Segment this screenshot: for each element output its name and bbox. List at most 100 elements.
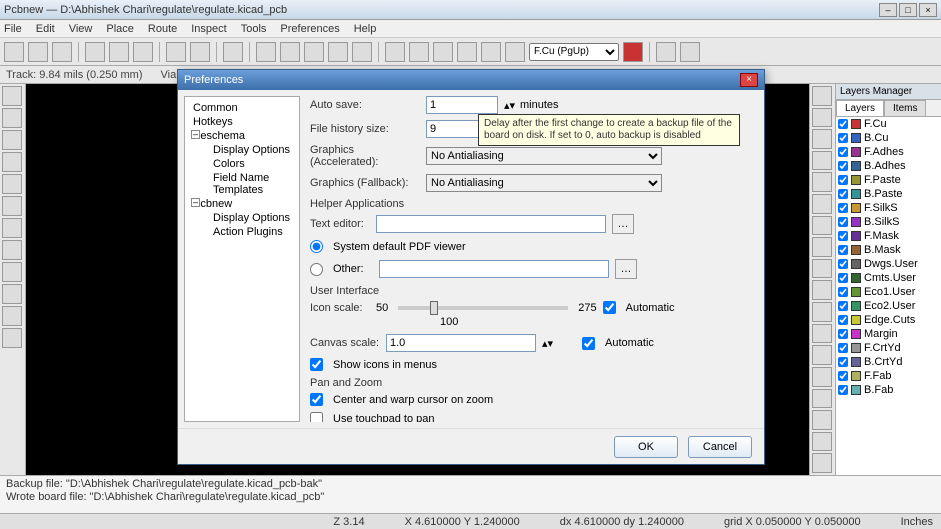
layer-visible-check[interactable] xyxy=(838,385,848,395)
layer-item[interactable]: F.Paste xyxy=(836,173,941,187)
menu-view[interactable]: View xyxy=(69,23,93,35)
gfall-select[interactable]: No Antialiasing xyxy=(426,174,662,192)
tab-items[interactable]: Items xyxy=(884,100,926,117)
add-zone-icon[interactable] xyxy=(812,216,832,236)
tree-eeschema[interactable]: –Eeschema xyxy=(189,129,295,143)
dimension-icon[interactable] xyxy=(812,367,832,387)
layer-swatch[interactable] xyxy=(851,385,861,395)
fill-zones-icon[interactable] xyxy=(2,218,22,238)
draw-poly-icon[interactable] xyxy=(812,324,832,344)
layer-visible-check[interactable] xyxy=(838,245,848,255)
fp-editor-icon[interactable] xyxy=(409,42,429,62)
add-footprint-icon[interactable] xyxy=(812,151,832,171)
layer-visible-check[interactable] xyxy=(838,315,848,325)
layer-visible-check[interactable] xyxy=(838,357,848,367)
spinner-icon[interactable]: ▴▾ xyxy=(542,337,552,350)
layer-swatch[interactable] xyxy=(851,175,861,185)
layer-swatch[interactable] xyxy=(851,315,861,325)
layer-item[interactable]: F.Cu xyxy=(836,117,941,131)
zoom-select-icon[interactable] xyxy=(352,42,372,62)
layer-item[interactable]: F.Adhes xyxy=(836,145,941,159)
tree-ee-display[interactable]: Display Options xyxy=(189,143,295,157)
layer-color-icon[interactable] xyxy=(623,42,643,62)
layer-visible-check[interactable] xyxy=(838,217,848,227)
layer-item[interactable]: B.Cu xyxy=(836,131,941,145)
touchpad-check[interactable] xyxy=(310,412,323,422)
layer-visible-check[interactable] xyxy=(838,203,848,213)
layer-item[interactable]: B.CrtYd xyxy=(836,355,941,369)
layer-visible-check[interactable] xyxy=(838,329,848,339)
zoom-fit-icon[interactable] xyxy=(328,42,348,62)
layer-swatch[interactable] xyxy=(851,343,861,353)
layer-item[interactable]: B.Adhes xyxy=(836,159,941,173)
track-size[interactable]: Track: 9.84 mils (0.250 mm) xyxy=(6,69,143,81)
layer-visible-check[interactable] xyxy=(838,301,848,311)
target-icon[interactable] xyxy=(812,389,832,409)
canvasscale-auto-check[interactable] xyxy=(582,337,595,350)
layer-visible-check[interactable] xyxy=(838,189,848,199)
pdf-system-radio[interactable] xyxy=(310,240,323,253)
3d-icon[interactable] xyxy=(433,42,453,62)
tree-hotkeys[interactable]: Hotkeys xyxy=(189,115,295,129)
maximize-button[interactable]: □ xyxy=(899,3,917,17)
layer-visible-check[interactable] xyxy=(838,371,848,381)
inches-icon[interactable] xyxy=(2,130,22,150)
layer-visible-check[interactable] xyxy=(838,133,848,143)
page-icon[interactable] xyxy=(85,42,105,62)
layer-visible-check[interactable] xyxy=(838,231,848,241)
layer-swatch[interactable] xyxy=(851,287,861,297)
layer-item[interactable]: B.SilkS xyxy=(836,215,941,229)
tree-pcb-action[interactable]: Action Plugins xyxy=(189,225,295,239)
layers-toggle-icon[interactable] xyxy=(2,328,22,348)
collapse-icon[interactable]: – xyxy=(191,198,200,207)
via-fill-icon[interactable] xyxy=(2,262,22,282)
layer-visible-check[interactable] xyxy=(838,273,848,283)
ratsnest-icon[interactable] xyxy=(457,42,477,62)
layer-swatch[interactable] xyxy=(851,147,861,157)
layer-item[interactable]: F.CrtYd xyxy=(836,341,941,355)
pdf-other-radio[interactable] xyxy=(310,263,323,276)
find-icon[interactable] xyxy=(223,42,243,62)
scripting-icon[interactable] xyxy=(656,42,676,62)
tab-layers[interactable]: Layers xyxy=(836,100,884,117)
measure-icon[interactable] xyxy=(812,453,832,473)
menu-file[interactable]: File xyxy=(4,23,22,35)
iconscale-slider[interactable] xyxy=(398,306,568,310)
layer-swatch[interactable] xyxy=(851,273,861,283)
menu-route[interactable]: Route xyxy=(148,23,177,35)
layer-visible-check[interactable] xyxy=(838,175,848,185)
layer-visible-check[interactable] xyxy=(838,119,848,129)
layer-swatch[interactable] xyxy=(851,245,861,255)
menu-help[interactable]: Help xyxy=(354,23,377,35)
local-ratsnest-icon[interactable] xyxy=(812,129,832,149)
collapse-icon[interactable]: – xyxy=(191,130,200,139)
layer-swatch[interactable] xyxy=(851,189,861,199)
iconscale-auto-check[interactable] xyxy=(603,301,616,314)
draw-arc-icon[interactable] xyxy=(812,302,832,322)
layer-swatch[interactable] xyxy=(851,259,861,269)
zoom-out-icon[interactable] xyxy=(304,42,324,62)
centerwarp-check[interactable] xyxy=(310,393,323,406)
print-icon[interactable] xyxy=(109,42,129,62)
layer-swatch[interactable] xyxy=(851,217,861,227)
tree-common[interactable]: Common xyxy=(189,101,295,115)
menu-preferences[interactable]: Preferences xyxy=(280,23,339,35)
autosave-input[interactable] xyxy=(426,96,498,114)
keepout-icon[interactable] xyxy=(812,237,832,257)
grid-dots-icon[interactable] xyxy=(2,86,22,106)
spinner-icon[interactable]: ▴▾ xyxy=(504,99,514,112)
layer-visible-check[interactable] xyxy=(838,259,848,269)
layer-swatch[interactable] xyxy=(851,231,861,241)
layer-item[interactable]: B.Fab xyxy=(836,383,941,397)
layer-item[interactable]: Dwgs.User xyxy=(836,257,941,271)
menu-place[interactable]: Place xyxy=(106,23,134,35)
plot-icon[interactable] xyxy=(133,42,153,62)
tree-pcb-display[interactable]: Display Options xyxy=(189,211,295,225)
pad-fill-icon[interactable] xyxy=(2,240,22,260)
undo-icon[interactable] xyxy=(166,42,186,62)
layer-selector[interactable]: F.Cu (PgUp) xyxy=(529,43,619,61)
menu-tools[interactable]: Tools xyxy=(241,23,267,35)
layer-item[interactable]: Eco1.User xyxy=(836,285,941,299)
drc-icon[interactable] xyxy=(481,42,501,62)
zoom-redraw-icon[interactable] xyxy=(256,42,276,62)
